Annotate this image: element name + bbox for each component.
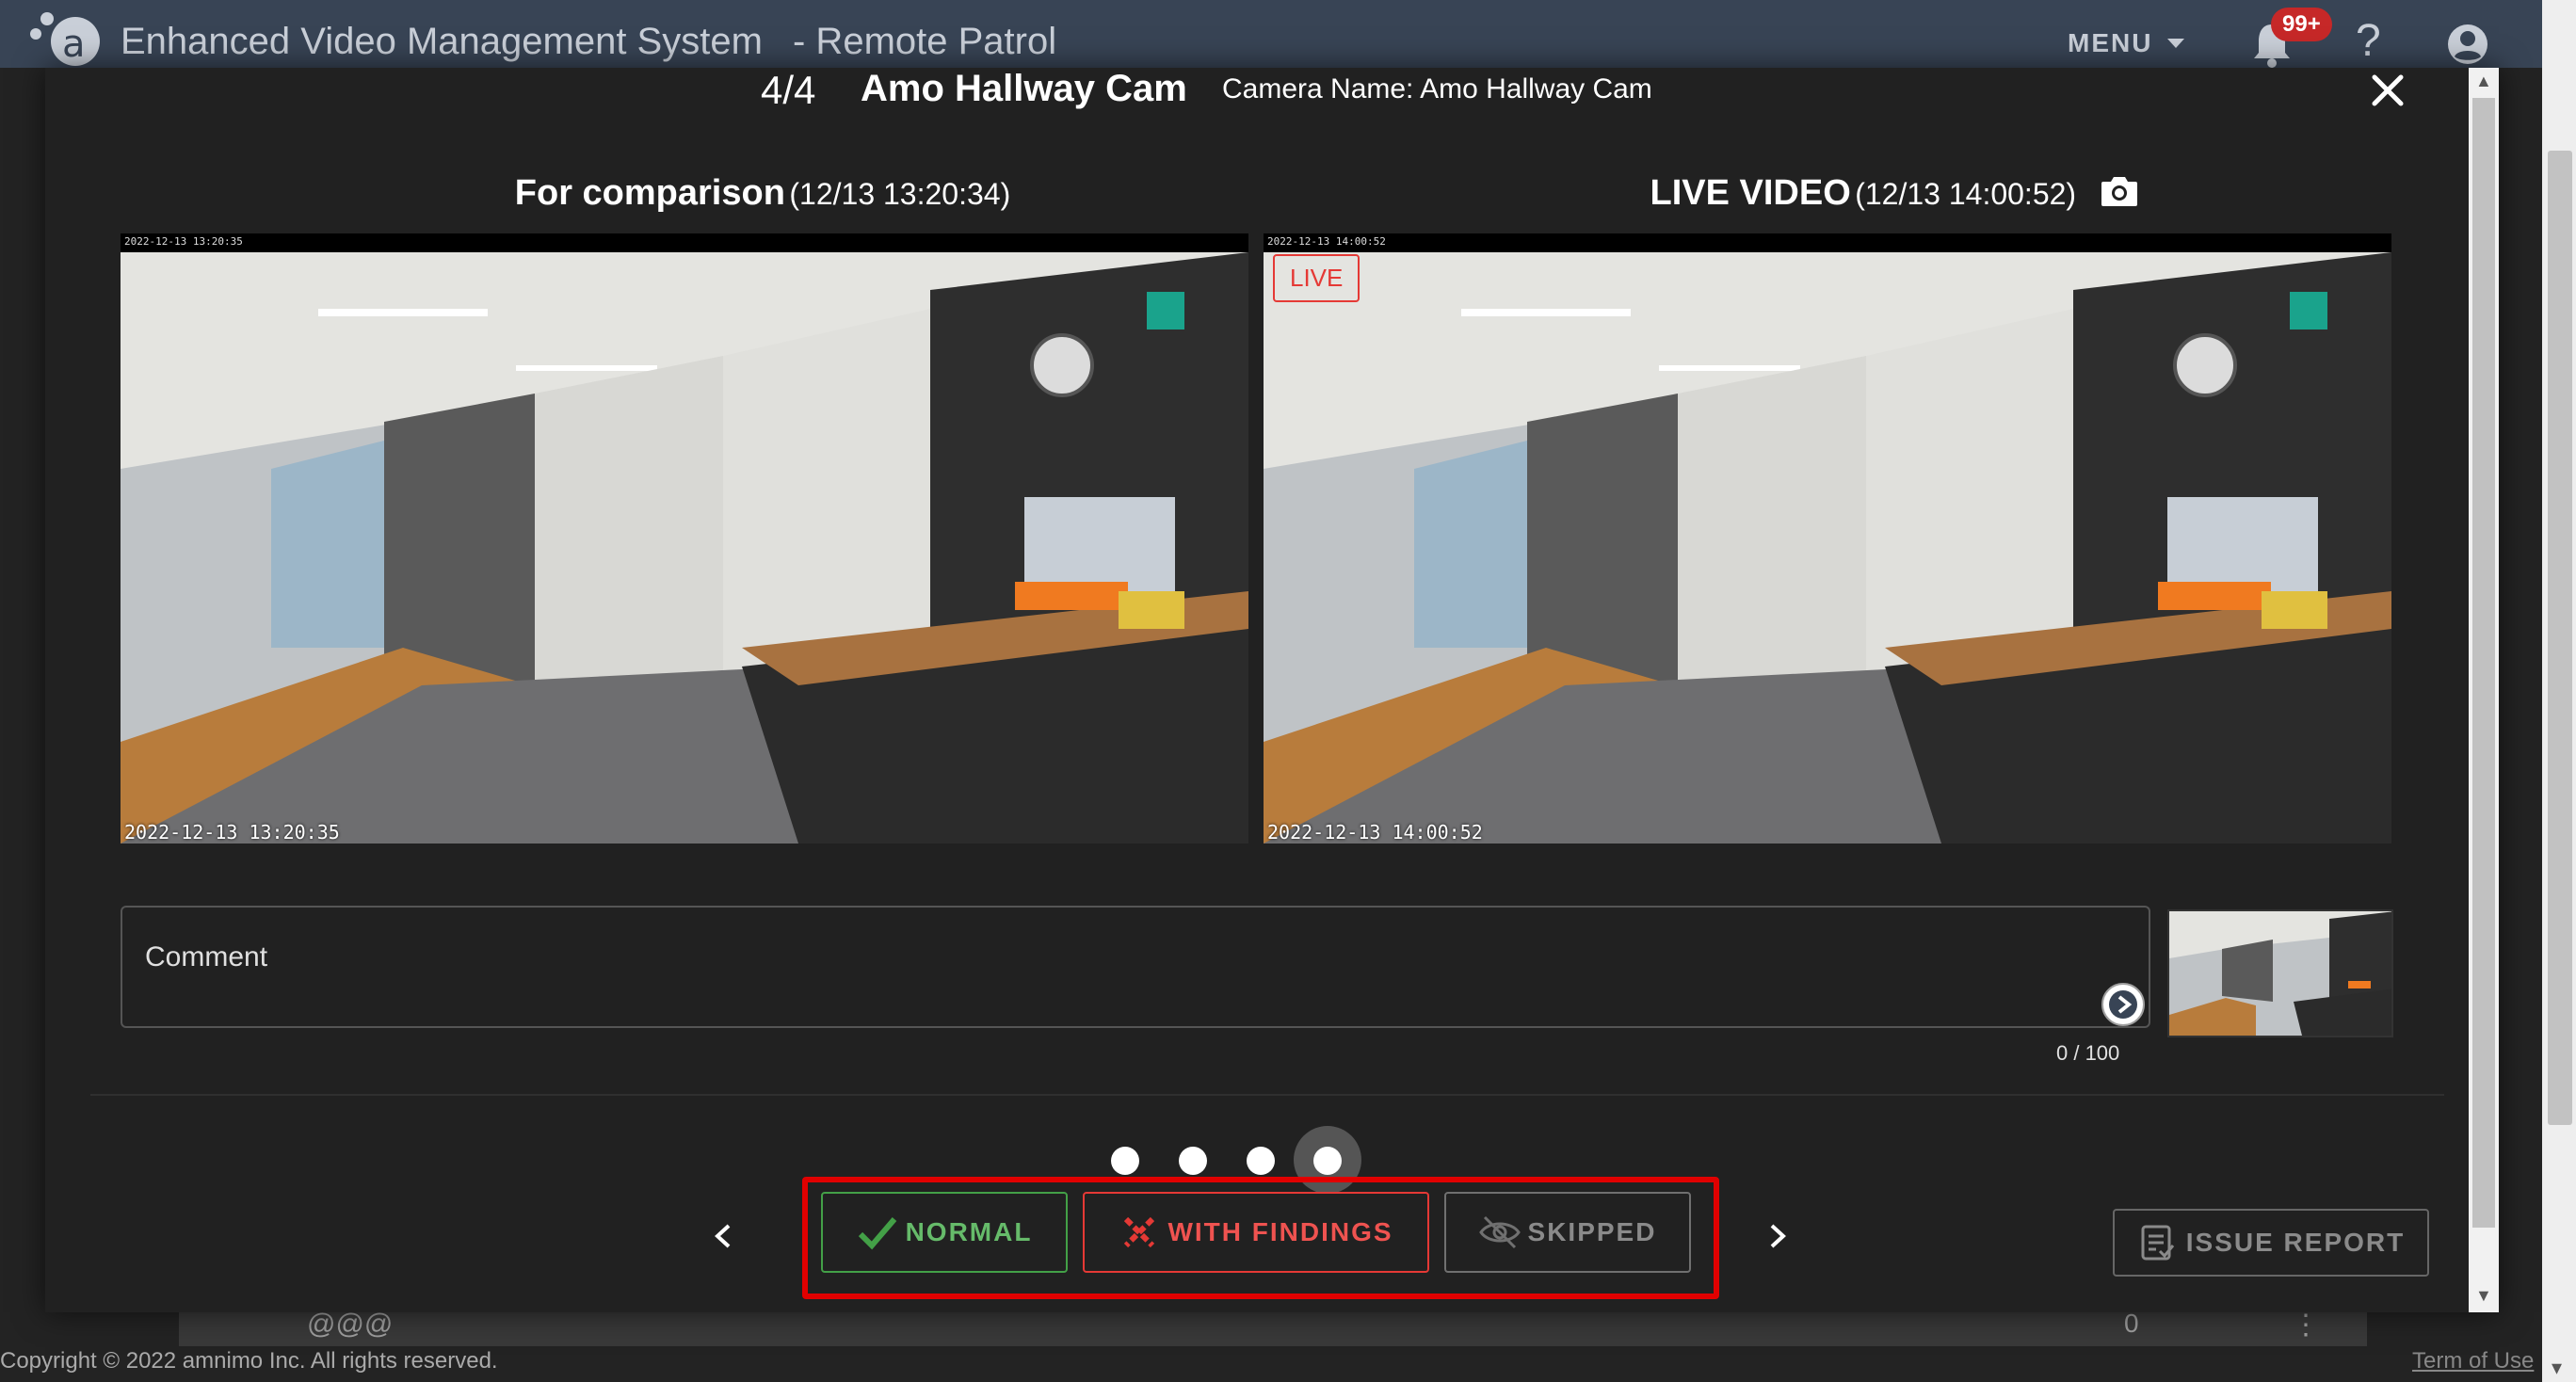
account-icon[interactable] bbox=[2446, 23, 2489, 66]
row-count: 0 bbox=[2124, 1309, 2139, 1338]
scroll-down-icon[interactable]: ▼ bbox=[2475, 1286, 2492, 1306]
eye-off-icon bbox=[1478, 1215, 1521, 1249]
menu-button[interactable]: MENU bbox=[2068, 28, 2186, 58]
comparison-video: 2022-12-13 13:20:35 2022-12-13 13:20:35 bbox=[121, 233, 1248, 844]
comparison-timestamp: (12/13 13:20:34) bbox=[789, 177, 1011, 211]
snapshot-thumbnail-image bbox=[2169, 911, 2391, 1036]
dialog-scrollbar-thumb[interactable] bbox=[2472, 98, 2495, 1228]
divider bbox=[90, 1094, 2444, 1096]
pager-dot-2[interactable] bbox=[1179, 1147, 1207, 1175]
skipped-label: SKIPPED bbox=[1527, 1217, 1657, 1246]
copyright: Copyright © 2022 amnimo Inc. All rights … bbox=[0, 1348, 498, 1374]
more-icon[interactable]: ⋮ bbox=[2292, 1309, 2320, 1342]
issue-report-button[interactable]: ISSUE REPORT bbox=[2113, 1209, 2429, 1277]
comment-label: Comment bbox=[145, 941, 268, 972]
live-tag: LIVE bbox=[1273, 254, 1360, 302]
check-icon bbox=[858, 1217, 896, 1250]
live-heading: LIVE VIDEO (12/13 14:00:52) bbox=[1245, 173, 2544, 214]
findings-x-icon bbox=[1124, 1216, 1155, 1248]
comparison-frame-image bbox=[121, 252, 1248, 844]
caret-down-icon bbox=[2167, 39, 2185, 48]
previous-camera-icon[interactable] bbox=[704, 1213, 742, 1260]
terms-link[interactable]: Term of Use bbox=[2412, 1348, 2534, 1374]
with-findings-button[interactable]: WITH FINDINGS bbox=[1083, 1192, 1429, 1273]
skipped-button[interactable]: SKIPPED bbox=[1444, 1192, 1691, 1273]
comparison-heading: For comparison (12/13 13:20:34) bbox=[113, 173, 1412, 214]
live-timestamp: (12/13 14:00:52) bbox=[1855, 177, 2077, 211]
comparison-osd-top: 2022-12-13 13:20:35 bbox=[124, 235, 243, 248]
scroll-down-icon[interactable]: ▾ bbox=[2552, 1356, 2562, 1380]
expand-thumbnail-icon[interactable] bbox=[2100, 981, 2147, 1028]
page-scrollbar-thumb[interactable] bbox=[2548, 151, 2572, 1125]
comment-char-counter: 0 / 100 bbox=[2056, 1041, 2120, 1065]
dialog-scrollbar[interactable]: ▲ ▼ bbox=[2469, 68, 2499, 1312]
report-icon bbox=[2141, 1225, 2174, 1261]
normal-label: NORMAL bbox=[905, 1217, 1033, 1246]
app-logo: a bbox=[30, 12, 100, 66]
close-icon[interactable] bbox=[2365, 68, 2410, 113]
app-subtitle: - Remote Patrol bbox=[793, 21, 1057, 62]
comment-field[interactable]: Comment bbox=[121, 906, 2150, 1028]
notification-badge: 99+ bbox=[2271, 8, 2332, 41]
svg-text:a: a bbox=[62, 23, 86, 66]
dialog-title: Amo Hallway Cam bbox=[861, 68, 1187, 109]
comparison-label: For comparison bbox=[514, 173, 785, 213]
pager-dot-1[interactable] bbox=[1111, 1147, 1139, 1175]
background-table-row: @@@ 0 ⋮ bbox=[179, 1309, 2367, 1346]
patrol-dialog: ▲ ▼ 4/4 Amo Hallway Cam Camera Name: Amo… bbox=[45, 68, 2499, 1312]
app-title: Enhanced Video Management System bbox=[121, 21, 763, 62]
camera-counter: 4/4 bbox=[761, 68, 816, 112]
next-camera-icon[interactable] bbox=[1759, 1213, 1796, 1260]
live-frame-image bbox=[1264, 252, 2391, 844]
comparison-osd-bottom: 2022-12-13 13:20:35 bbox=[124, 821, 340, 844]
live-osd-bottom: 2022-12-13 14:00:52 bbox=[1267, 821, 1483, 844]
live-label: LIVE VIDEO bbox=[1650, 173, 1851, 213]
with-findings-label: WITH FINDINGS bbox=[1167, 1217, 1393, 1246]
top-bar: a Enhanced Video Management System - Rem… bbox=[0, 0, 2576, 68]
menu-label: MENU bbox=[2068, 28, 2153, 57]
row-name: @@@ bbox=[307, 1309, 394, 1340]
camera-name: Camera Name: Amo Hallway Cam bbox=[1222, 73, 1652, 104]
camera-snapshot-icon[interactable] bbox=[2100, 174, 2139, 208]
snapshot-thumbnail[interactable] bbox=[2167, 909, 2393, 1037]
scroll-up-icon[interactable]: ▲ bbox=[2475, 72, 2492, 91]
pager-dot-3[interactable] bbox=[1247, 1147, 1275, 1175]
page-scrollbar[interactable]: ▾ bbox=[2542, 0, 2576, 1382]
live-osd-top: 2022-12-13 14:00:52 bbox=[1267, 235, 1386, 248]
pager-dot-4[interactable] bbox=[1313, 1147, 1342, 1175]
live-video: 2022-12-13 14:00:52 LIVE 2022-12-13 14:0… bbox=[1264, 233, 2391, 844]
help-icon[interactable]: ? bbox=[2356, 15, 2381, 67]
issue-report-label: ISSUE REPORT bbox=[2185, 1228, 2406, 1257]
normal-button[interactable]: NORMAL bbox=[821, 1192, 1068, 1273]
